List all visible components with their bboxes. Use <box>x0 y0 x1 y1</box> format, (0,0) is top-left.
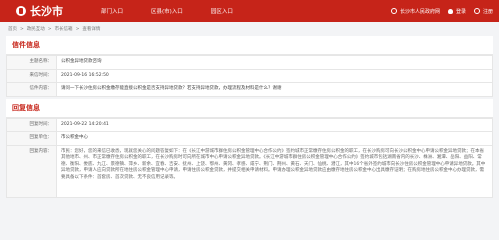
letter-content-value: 请问一下长沙住房公积金缴存能直接公积金是否支持异地贷款？若支持异地贷款，办理流程… <box>56 82 493 97</box>
reply-section-title: 回复信息 <box>6 99 493 118</box>
table-row: 来信时间： 2021-09-16 16:52:50 <box>6 68 493 84</box>
letter-info-table: 主题名称： 公积金异地贷款咨询 来信时间： 2021-09-16 16:52:5… <box>6 55 493 97</box>
reply-time-value: 2021-09-22 14:20:41 <box>56 117 493 133</box>
breadcrumb-separator: > <box>47 26 52 32</box>
government-portal-link[interactable]: 长沙市人民政府网 <box>390 8 440 15</box>
district-entry-link[interactable]: 区县(市)入口 <box>151 7 183 15</box>
reply-content-value: 市民：您好，您的来信已收悉，现就您关心的问题答复如下：在《长江中游城市群住房公积… <box>56 144 493 198</box>
table-row: 回复单位： 市公积金中心 <box>6 131 493 146</box>
site-header: 长沙市 部门入口 区县(市)入口 园区入口 长沙市人民政府网 登录 注册 <box>0 0 499 22</box>
letter-time-label: 来信时间： <box>6 68 57 84</box>
subject-label: 主题名称： <box>6 55 57 70</box>
user-icon <box>447 8 453 14</box>
header-actions: 长沙市人民政府网 登录 注册 <box>390 8 493 15</box>
register-link[interactable]: 注册 <box>473 8 493 15</box>
letter-content-label: 信件内容： <box>6 82 57 97</box>
reply-info-table: 回复时间： 2021-09-22 14:20:41 回复单位： 市公积金中心 回… <box>6 117 493 198</box>
government-portal-label: 长沙市人民政府网 <box>399 8 440 15</box>
reply-unit-label: 回复单位： <box>6 131 57 146</box>
reply-time-label: 回复时间： <box>6 117 57 133</box>
breadcrumb-current: 查看详情 <box>82 27 101 32</box>
letter-details-card: 信件信息 主题名称： 公积金异地贷款咨询 来信时间： 2021-09-16 16… <box>6 36 493 97</box>
register-label: 注册 <box>482 8 493 15</box>
table-row: 回复时间： 2021-09-22 14:20:41 <box>6 117 493 133</box>
department-entry-link[interactable]: 部门入口 <box>101 7 123 15</box>
subject-value: 公积金异地贷款咨询 <box>56 55 493 70</box>
reply-details-card: 回复信息 回复时间： 2021-09-22 14:20:41 回复单位： 市公积… <box>6 98 493 198</box>
breadcrumb-separator: > <box>75 26 80 32</box>
top-navigation: 部门入口 区县(市)入口 园区入口 <box>101 7 233 15</box>
login-link[interactable]: 登录 <box>447 8 466 15</box>
table-row: 信件内容： 请问一下长沙住房公积金缴存能直接公积金是否支持异地贷款？若支持异地贷… <box>6 82 493 97</box>
globe-icon <box>390 8 397 14</box>
reply-unit-value: 市公积金中心 <box>56 131 493 146</box>
breadcrumb-home[interactable]: 首页 <box>8 26 17 32</box>
site-name: 长沙市 <box>30 5 63 18</box>
login-label: 登录 <box>455 8 466 15</box>
breadcrumb-mayor-mailbox[interactable]: 市长信箱 <box>55 26 73 32</box>
breadcrumb-interaction[interactable]: 政民互动 <box>27 26 45 32</box>
letter-section-title: 信件信息 <box>6 36 493 55</box>
letter-time-value: 2021-09-16 16:52:50 <box>56 68 493 84</box>
park-entry-link[interactable]: 园区入口 <box>211 7 233 15</box>
changsha-logo-icon <box>16 6 26 16</box>
table-row: 回复内容： 市民：您好，您的来信已收悉，现就您关心的问题答复如下：在《长江中游城… <box>6 144 493 198</box>
breadcrumb-separator: > <box>20 26 24 32</box>
site-logo[interactable]: 长沙市 <box>16 3 63 19</box>
table-row: 主题名称： 公积金异地贷款咨询 <box>6 55 493 70</box>
reply-content-label: 回复内容： <box>6 144 57 198</box>
register-icon <box>473 8 480 14</box>
breadcrumb: 首页 > 政民互动 > 市长信箱 > 查看详情 <box>0 22 499 36</box>
